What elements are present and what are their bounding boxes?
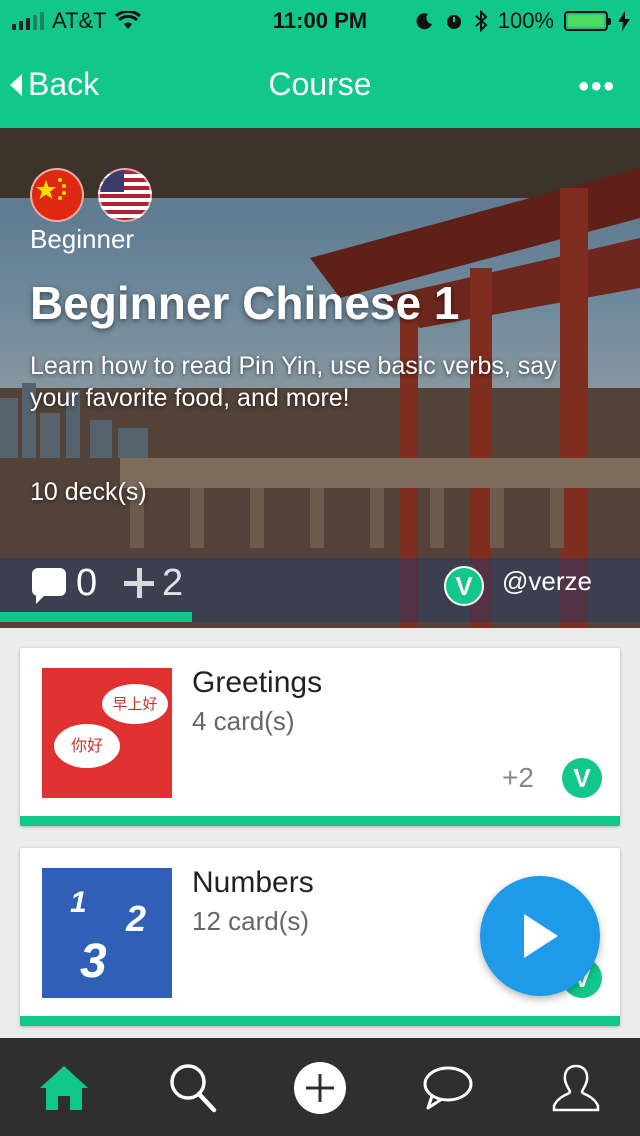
profile-icon <box>552 1064 600 1112</box>
speech-bubble: 早上好 <box>102 684 168 724</box>
top-bar: AT&T 11:00 PM 100% Back Course ••• <box>0 0 640 128</box>
play-icon <box>524 914 558 958</box>
status-bar: AT&T 11:00 PM 100% <box>0 0 640 40</box>
battery-icon <box>564 11 611 31</box>
course-progress-bar <box>0 612 192 622</box>
tab-messages[interactable] <box>418 1062 478 1114</box>
deck-add-count: 2 <box>518 762 534 793</box>
add-icon <box>294 1062 346 1114</box>
speech-bubble: 你好 <box>54 724 120 768</box>
deck-card-count: 4 card(s) <box>192 706 295 736</box>
deck-title: Greetings <box>192 666 323 699</box>
digit-label: 1 <box>70 886 87 919</box>
tab-bar <box>0 1038 640 1136</box>
deck-progress-bar <box>20 816 620 826</box>
comment-icon[interactable] <box>32 568 66 604</box>
course-description: Learn how to read Pin Yin, use basic ver… <box>30 352 557 412</box>
charging-icon <box>618 11 630 31</box>
play-button[interactable] <box>480 876 600 996</box>
home-icon <box>40 1066 88 1110</box>
add-course-icon[interactable] <box>124 568 154 598</box>
more-button[interactable]: ••• <box>578 70 616 104</box>
add-deck-button[interactable]: +2 <box>502 762 534 794</box>
greetings-thumbnail: 早上好 你好 <box>42 668 172 798</box>
bluetooth-icon <box>475 10 488 32</box>
deck-card-count: 12 card(s) <box>192 906 310 936</box>
digit-label: 2 <box>126 898 147 939</box>
course-level: Beginner <box>30 224 135 254</box>
battery-percent: 100% <box>497 8 554 33</box>
digit-label: 3 <box>80 935 107 988</box>
deck-progress-bar <box>20 1016 620 1026</box>
add-count: 2 <box>162 562 184 604</box>
course-hero: Beginner Beginner Chinese 1 Learn how to… <box>0 128 640 628</box>
deck-title: Numbers <box>192 866 314 899</box>
author-name[interactable]: @verze <box>502 566 592 597</box>
us-flag-icon <box>98 168 152 222</box>
tab-search[interactable] <box>162 1062 222 1114</box>
deck-author-avatar[interactable]: V <box>562 758 602 798</box>
chinese-flag-icon <box>30 168 84 222</box>
alarm-icon <box>446 15 461 29</box>
nav-bar: Back Course ••• <box>0 40 640 128</box>
search-icon <box>170 1064 217 1113</box>
author-avatar[interactable]: V <box>444 566 484 606</box>
comment-count: 0 <box>76 562 98 604</box>
deck-card[interactable]: 早上好 你好 Greetings 4 card(s) +2 V <box>20 648 620 826</box>
page-title: Course <box>268 66 372 102</box>
numbers-thumbnail: 1 2 3 <box>42 868 172 998</box>
deck-count: 10 deck(s) <box>30 478 147 506</box>
tab-home[interactable] <box>34 1062 94 1114</box>
tab-add[interactable] <box>290 1062 350 1114</box>
course-title: Beginner Chinese 1 <box>30 277 460 329</box>
moon-icon <box>416 13 432 30</box>
tab-profile[interactable] <box>546 1062 606 1114</box>
chat-icon <box>423 1066 473 1110</box>
